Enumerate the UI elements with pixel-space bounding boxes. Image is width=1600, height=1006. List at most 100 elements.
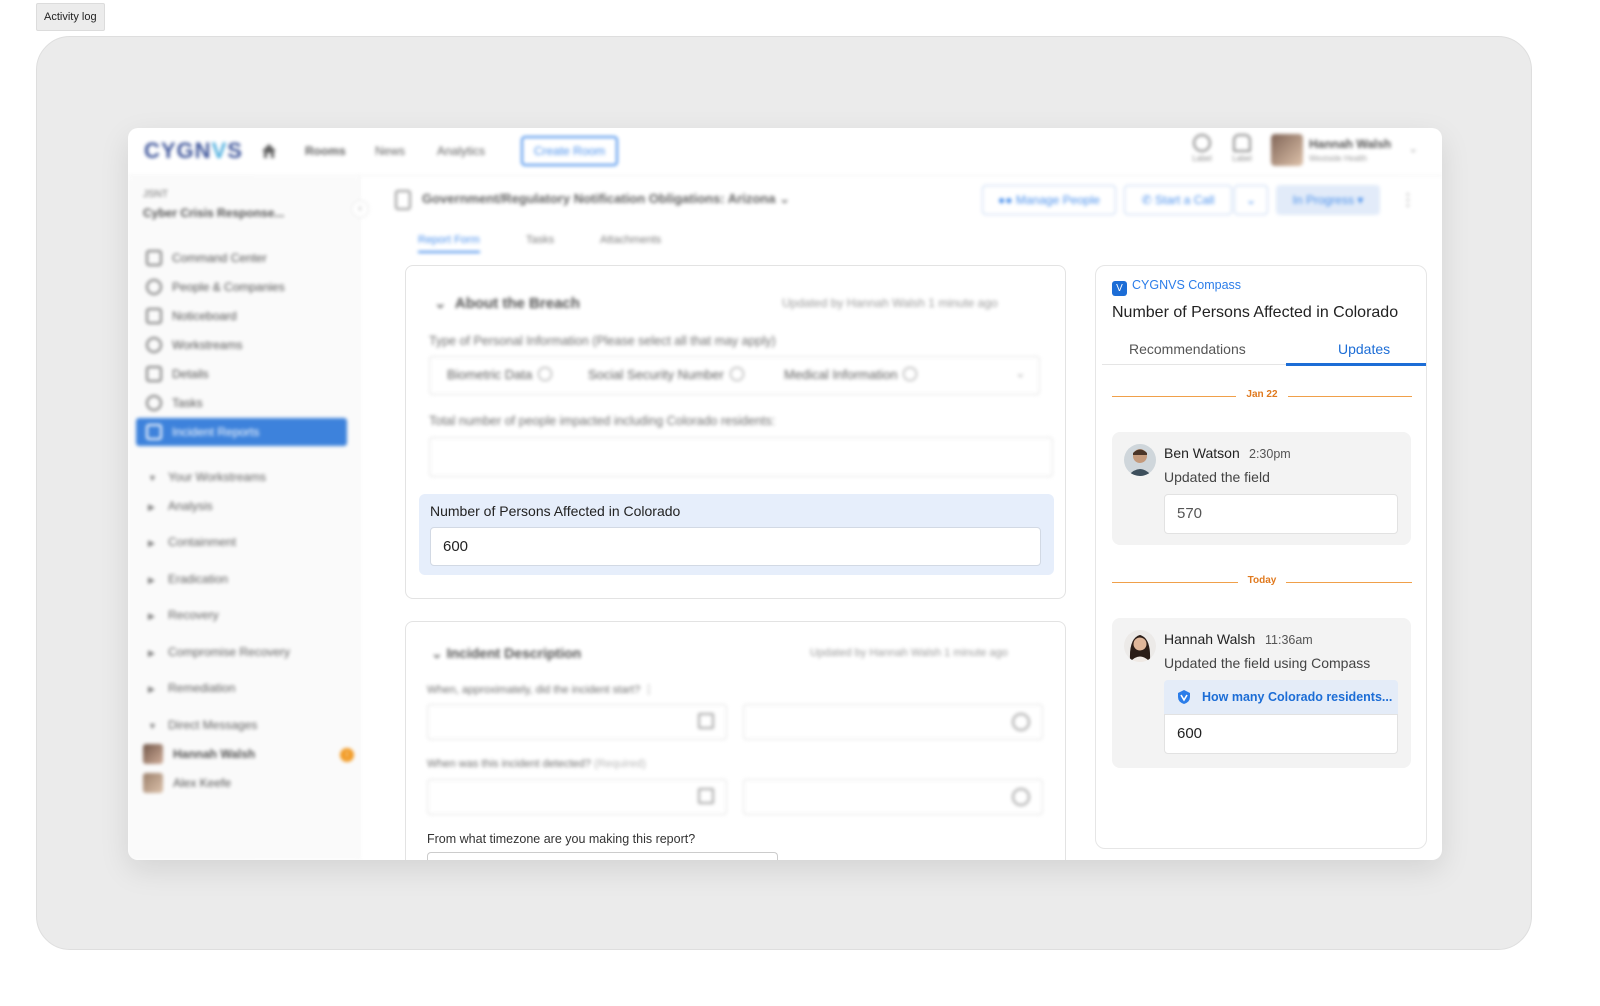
section-your-workstreams[interactable]: ▼ Your Workstreams — [148, 470, 266, 484]
activity-log-tab[interactable]: Activity log — [36, 3, 105, 31]
workstream-recovery[interactable]: ▶ Recovery — [148, 608, 219, 622]
clock-icon — [1012, 713, 1030, 731]
incident-start-label-text: When, approximately, did the incident st… — [427, 684, 641, 696]
incident-detected-date[interactable] — [427, 779, 727, 815]
sidebar-item-label: Workstreams — [172, 338, 243, 352]
user-avatar[interactable] — [1271, 134, 1303, 166]
call-options-button[interactable]: ⌄ — [1234, 185, 1268, 215]
sidebar-item-incident-reports[interactable]: Incident Reports — [136, 418, 347, 446]
chevron-down-icon: ⌄ — [431, 645, 447, 661]
start-call-button[interactable]: ✆ Start a Call — [1124, 185, 1232, 215]
sidebar-item-label: Command Center — [172, 251, 267, 265]
app-window: CYGNVS Rooms News Analytics Create Room … — [128, 128, 1442, 860]
timezone-select[interactable] — [427, 852, 778, 860]
sidebar-item-details[interactable]: Details — [136, 360, 347, 388]
nav-rooms[interactable]: Rooms — [305, 144, 346, 158]
close-icon[interactable] — [903, 367, 918, 381]
sidebar-item-workstreams[interactable]: Workstreams — [136, 331, 347, 359]
incident-start-time[interactable] — [743, 704, 1043, 740]
date-separator: Jan 22 — [1112, 389, 1412, 403]
total-impacted-input[interactable] — [429, 437, 1053, 477]
create-room-button[interactable]: Create Room — [521, 136, 618, 166]
manage-people-button[interactable]: ●● Manage People — [982, 185, 1116, 215]
incident-start-date[interactable] — [427, 704, 727, 740]
info-icon[interactable]: ⋮ — [643, 684, 654, 696]
workstream-remediation[interactable]: ▶ Remediation — [148, 681, 235, 695]
chevron-down-icon: ⌄ — [779, 191, 790, 206]
check-circle-icon — [146, 395, 162, 411]
update-time: 11:36am — [1265, 633, 1313, 647]
dm-hannah-walsh[interactable]: Hannah Walsh! — [143, 742, 354, 766]
section-direct-messages[interactable]: ▼ Direct Messages — [148, 718, 257, 732]
more-vertical-icon[interactable]: ⋮ — [1400, 190, 1416, 210]
chip-biometric-data: Biometric Data — [447, 367, 553, 382]
colorado-field-input[interactable]: 600 — [430, 527, 1041, 566]
workstream-label: Remediation — [168, 681, 236, 695]
sidebar: JSNT Cyber Crisis Response... ‹ Command … — [128, 176, 369, 860]
details-icon — [146, 366, 162, 382]
avatar — [1124, 630, 1156, 662]
incident-detected-time[interactable] — [743, 779, 1043, 815]
chip-label: Biometric Data — [447, 367, 533, 382]
tab-recommendations[interactable]: Recommendations — [1129, 341, 1246, 357]
sidebar-item-people-companies[interactable]: People & Companies — [136, 273, 347, 301]
update-description: Updated the field — [1164, 469, 1270, 485]
help-button[interactable]: Label — [1188, 134, 1216, 163]
compass-question-text: How many Colorado residents... — [1202, 690, 1393, 704]
user-name[interactable]: Hannah Walsh — [1309, 137, 1391, 151]
nav-news[interactable]: News — [375, 144, 405, 158]
about-breach-title[interactable]: ⌄ About the Breach — [434, 294, 580, 312]
workstream-label: Analysis — [168, 499, 213, 513]
workstream-analysis[interactable]: ▶ Analysis — [148, 499, 213, 513]
chevron-down-icon: ⌄ — [434, 295, 455, 312]
notifications-label: Label — [1232, 154, 1252, 163]
cygnvs-logo[interactable]: CYGNVS — [144, 138, 243, 164]
incident-detected-label-text: When was this incident detected? — [427, 758, 591, 770]
compass-title: Number of Persons Affected in Colorado — [1112, 304, 1399, 321]
sidebar-item-command-center[interactable]: Command Center — [136, 244, 347, 272]
separator-line — [1286, 582, 1412, 583]
separator-date: Jan 22 — [1246, 389, 1278, 400]
chevron-down-icon: ▼ — [148, 721, 157, 731]
megaphone-icon — [146, 308, 162, 324]
nav-analytics[interactable]: Analytics — [437, 144, 485, 158]
close-icon[interactable] — [729, 367, 744, 381]
top-nav: CYGNVS Rooms News Analytics Create Room … — [128, 128, 1442, 176]
sidebar-item-noticeboard[interactable]: Noticeboard — [136, 302, 347, 330]
close-icon[interactable] — [538, 367, 553, 381]
section-label: Direct Messages — [168, 718, 258, 732]
workstream-label: Compromise Recovery — [168, 645, 291, 659]
dm-alex-keefe[interactable]: Alex Keefe — [143, 771, 353, 795]
collapse-sidebar-button[interactable]: ‹ — [351, 200, 369, 218]
chevron-down-icon: ⌄ — [1245, 193, 1257, 207]
chevron-down-icon[interactable]: ⌄ — [1409, 144, 1417, 155]
workstream-compromise-recovery[interactable]: ▶ Compromise Recovery — [148, 645, 290, 659]
tab-report-form[interactable]: Report Form — [418, 234, 480, 253]
tab-attachments[interactable]: Attachments — [600, 234, 661, 246]
lock-icon — [395, 190, 411, 210]
sidebar-item-tasks[interactable]: Tasks — [136, 389, 347, 417]
chevron-right-icon: ▶ — [148, 502, 155, 512]
workstream-label: Eradication — [168, 572, 229, 586]
hannah-walsh-avatar-image — [1124, 630, 1156, 662]
chevron-right-icon: ▶ — [148, 684, 155, 694]
workspace-name[interactable]: Cyber Crisis Response... — [143, 206, 284, 220]
tab-updates[interactable]: Updates — [1338, 341, 1390, 357]
chevron-down-icon[interactable]: ⌄ — [1016, 367, 1025, 380]
status-dropdown[interactable]: In Progress ▾ — [1276, 185, 1380, 215]
room-title[interactable]: Government/Regulatory Notification Oblig… — [422, 191, 790, 207]
home-icon[interactable] — [260, 142, 278, 160]
workstream-eradication[interactable]: ▶ Eradication — [148, 572, 228, 586]
tab-tasks[interactable]: Tasks — [526, 234, 554, 246]
chevron-right-icon: ▶ — [148, 648, 155, 658]
timezone-label: From what timezone are you making this r… — [427, 832, 696, 846]
bell-icon — [1233, 134, 1251, 152]
workstream-label: Recovery — [168, 608, 219, 622]
section-label: Your Workstreams — [168, 470, 267, 484]
compass-question[interactable]: How many Colorado residents... — [1164, 680, 1398, 714]
people-icon: ●● — [998, 193, 1016, 207]
incident-title[interactable]: ⌄ Incident Description — [431, 645, 581, 662]
workstream-containment[interactable]: ▶ Containment — [148, 535, 236, 549]
type-of-info-select[interactable]: Biometric Data Social Security Number Me… — [429, 356, 1040, 395]
notifications-button[interactable]: Label — [1228, 134, 1256, 163]
